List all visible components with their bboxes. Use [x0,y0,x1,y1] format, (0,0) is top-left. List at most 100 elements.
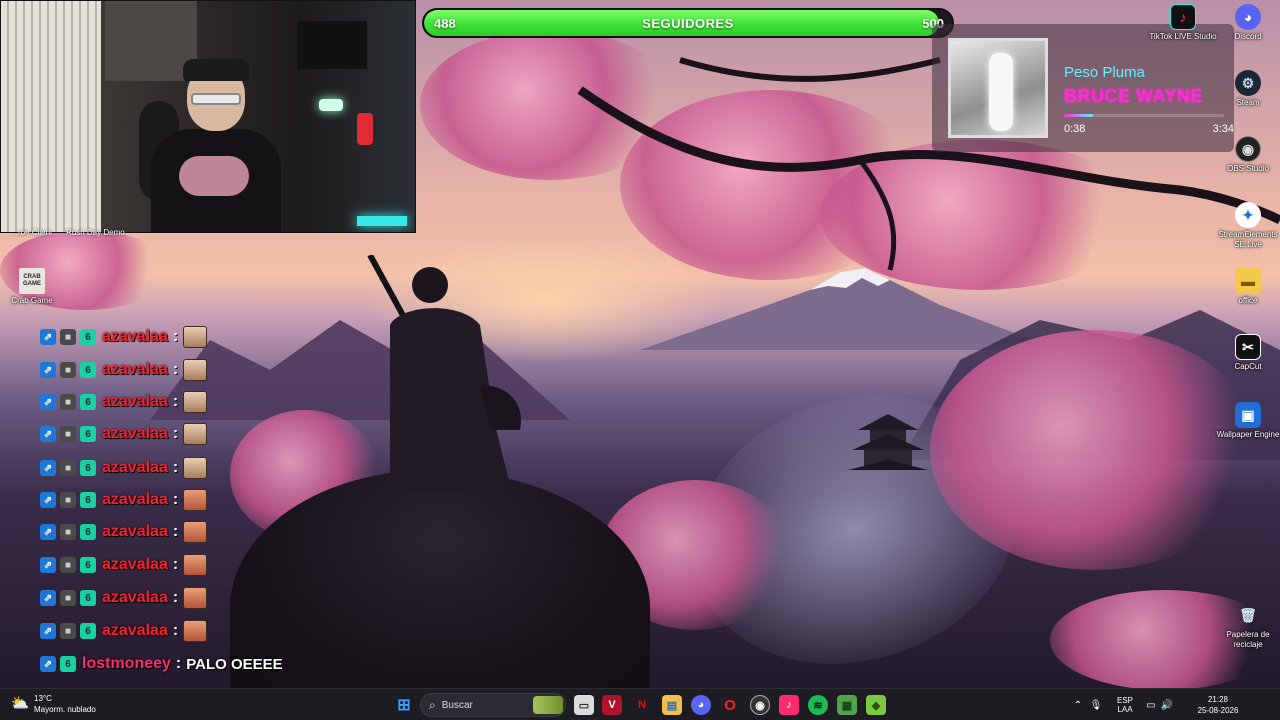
weather-widget[interactable]: ⛅ 13°C Mayorm. nublado [10,693,96,715]
chat-badge-icon: ■ [60,426,76,442]
chat-separator: : [172,361,179,378]
chat-badge-icon: 6 [80,394,96,410]
volume-icon[interactable]: 🔊 [1160,689,1174,720]
chat-username: azavalaa [102,556,168,573]
system-tray: ⌃ 🎙 ESP LAA ▭ 🔊 21:28 25-08-2026 [1070,689,1270,720]
weather-temp: 13°C [34,694,52,703]
chat-username: lostmoneey [82,655,171,672]
obs-taskbar-icon[interactable]: ◉ [750,695,770,715]
background-monitor [297,21,367,69]
discord-taskbar-icon[interactable]: ◕ [691,695,711,715]
chat-username: azavalaa [102,328,168,345]
minecraft-launcher-icon[interactable]: ◆ [866,695,886,715]
chat-separator: : [172,328,179,345]
chat-message: ⇗ ■ 6 azavalaa : [40,585,208,611]
partly-cloudy-icon: ⛅ [10,695,30,712]
taskbar-search[interactable]: ⌕ [420,693,566,717]
chat-separator: : [175,655,182,672]
streamelements-icon: ✦ [1235,202,1261,228]
desktop-icon-office[interactable]: ▬ office [1211,268,1280,306]
desktop-icon-tiktok-live[interactable]: ♪ TikTok LIVE Studio [1146,4,1220,42]
track-elapsed-time: 0:38 [1064,123,1086,135]
tiktok-taskbar-icon[interactable]: ♪ [779,695,799,715]
chat-badge-icon: ■ [60,362,76,378]
chat-badge-icon: 6 [80,460,96,476]
chat-separator: : [172,393,179,410]
chat-username: azavalaa [102,491,168,508]
chat-username: azavalaa [102,622,168,639]
weather-description: Mayorm. nublado [34,705,96,714]
desktop-icon-streamelements[interactable]: ✦ StreamElements SE.Live [1211,202,1280,250]
chat-separator: : [172,589,179,606]
chat-badge-icon: ■ [60,623,76,639]
language-indicator[interactable]: ESP LAA [1110,689,1140,720]
chat-message: ⇗ 6 lostmoneey : PALO OEEEE [40,651,283,677]
chat-badge-icon: ⇗ [40,362,56,378]
desktop-icon-label-partial[interactable]: …roe Client [10,228,52,237]
desktop-icon-obs[interactable]: ◉ OBS Studio [1211,136,1280,174]
chat-separator: : [172,556,179,573]
steam-icon: ⚙ [1235,70,1261,96]
chat-badge-icon: 6 [80,623,96,639]
chat-message: ⇗ ■ 6 azavalaa : [40,487,208,513]
minecraft-icon[interactable]: ▦ [837,695,857,715]
weather-text: 13°C Mayorm. nublado [34,693,96,715]
file-explorer-icon[interactable]: ▤ [662,695,682,715]
chat-badge-icon: ⇗ [40,460,56,476]
chat-emote-image [183,423,208,445]
chat-emote-image [183,457,208,479]
chat-badge-icon: 6 [80,524,96,540]
spotify-icon[interactable]: ≋ [808,695,828,715]
now-playing-widget: Peso Pluma BRUCE WAYNE 0:38 3:34 [932,24,1234,152]
desktop-icon-discord[interactable]: ◕ Discord [1211,4,1280,42]
chevron-up-icon[interactable]: ⌃ [1070,689,1086,720]
album-art-figure [989,53,1013,131]
chat-badge-icon: ■ [60,394,76,410]
app-red-icon[interactable]: V [602,695,622,715]
windows-start-icon[interactable]: ⊞ [394,695,414,715]
album-art [948,38,1048,138]
chat-separator: : [172,425,179,442]
chat-message: ⇗ ■ 6 azavalaa : [40,455,208,481]
chat-badge-icon: 6 [80,492,96,508]
chat-badge-icon: ⇗ [40,557,56,573]
network-icon[interactable]: ▭ [1144,689,1158,720]
folder-icon: ▬ [1235,268,1261,294]
search-input[interactable] [441,699,522,711]
chat-username: azavalaa [102,425,168,442]
task-view-icon[interactable]: ▭ [574,695,594,715]
chat-badge-icon: ⇗ [40,590,56,606]
desktop-icon-crab-game[interactable]: CRAB GAME Crab Game [0,268,69,306]
language-code: ESP [1116,696,1133,705]
desktop-icon-label-partial[interactable]: Rush Day Demo [66,228,125,237]
clock-time: 21:28 [1207,695,1228,704]
chat-badge-icon: ⇗ [40,623,56,639]
desktop-icon-wallpaper-engine[interactable]: ▣ Wallpaper Engine [1211,402,1280,440]
led-glow [357,216,407,226]
chat-message-text: PALO OEEEE [186,655,283,673]
wallpaper-engine-icon: ▣ [1235,402,1261,428]
chat-username: azavalaa [102,393,168,410]
desktop-icon-recycle-bin[interactable]: 🗑 Papelera de reciclaje [1211,602,1280,650]
desktop-icon-capcut[interactable]: ✂ CapCut [1211,334,1280,372]
chat-badge-icon: 6 [80,557,96,573]
follower-goal-bar: 488 SEGUIDORES 500 [422,8,954,38]
chat-emote-image [183,489,208,511]
obs-icon: ◉ [1235,136,1261,162]
clock[interactable]: 21:28 25-08-2026 [1192,689,1244,720]
chat-emote-image [183,587,208,609]
netflix-icon[interactable]: N [632,695,652,715]
clock-text: 21:28 25-08-2026 [1198,694,1239,716]
desktop-icon-steam[interactable]: ⚙ Steam [1211,70,1280,108]
capcut-icon: ✂ [1235,334,1261,360]
chat-badge-icon: ■ [60,590,76,606]
taskbar: ⛅ 13°C Mayorm. nublado ⊞ ⌕ ▭ V N ▤ ◕ O ◉… [0,688,1280,720]
chat-badge-icon: ⇗ [40,426,56,442]
recycle-bin-icon: 🗑 [1239,606,1257,623]
chat-separator: : [172,491,179,508]
microphone-icon[interactable]: 🎙 [1088,689,1104,720]
opera-icon[interactable]: O [720,695,740,715]
shirt-print [179,156,249,196]
drink-can [357,113,373,145]
language-text: ESP LAA [1117,696,1133,714]
